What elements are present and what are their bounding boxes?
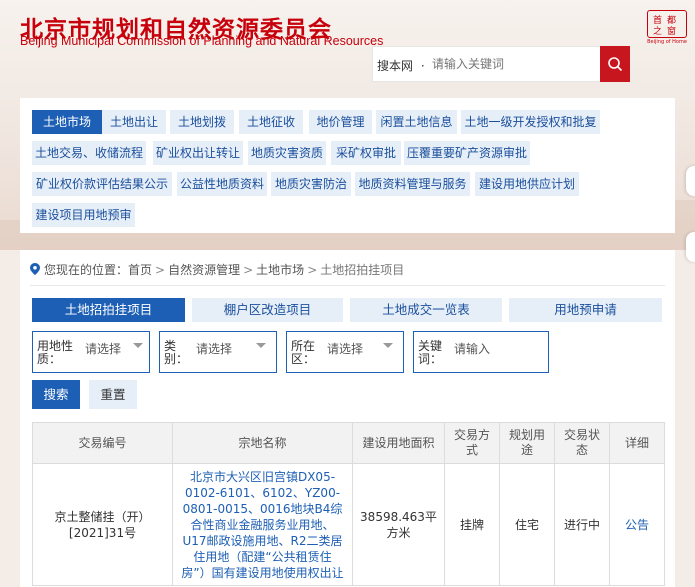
svg-text:之: 之 [653,25,662,36]
breadcrumb-item-current: 土地招拍挂项目 [320,263,405,277]
cell-status: 进行中 [554,463,610,586]
table-header-row: 交易编号 宗地名称 建设用地面积 交易方式 规划用途 交易状态 详细 [32,422,665,464]
search-submit-button[interactable]: 搜索 [32,380,80,409]
nav-item[interactable]: 矿业权出让转让 [153,141,243,165]
search-scope-separator: · [420,59,425,73]
results-table: 交易编号 宗地名称 建设用地面积 交易方式 规划用途 交易状态 详细 京土整储挂… [32,422,665,586]
breadcrumb-item-natural-resources[interactable]: 自然资源管理 [168,263,240,277]
column-header-status: 交易状态 [554,422,610,464]
search-icon [608,57,623,72]
search-scope[interactable]: 搜本网 [377,59,413,73]
cell-method: 挂牌 [444,463,500,586]
search-button[interactable] [600,46,630,82]
reset-button[interactable]: 重置 [89,380,137,409]
site-subtitle: Beijing Municipal Commission of Planning… [20,34,384,48]
nav-item[interactable]: 土地征收 [239,110,303,134]
keyword-input[interactable]: 请输入 [454,340,490,357]
column-header-code: 交易编号 [32,422,173,464]
nav-item[interactable]: 地价管理 [309,110,372,134]
nav-item[interactable]: 采矿权审批 [331,141,401,165]
filter-value: 请选择 [327,342,364,356]
nav-item[interactable]: 矿业权价款评估结果公示 [32,172,172,196]
nav-item[interactable]: 地质灾害资质 [248,141,326,165]
breadcrumb-separator: > [307,263,318,277]
nav-item[interactable]: 土地划拨 [170,110,234,134]
breadcrumb-divider [30,285,665,286]
search-box: 搜本网 · [372,46,630,82]
filter-keyword[interactable]: 关键 词： 请输入 [413,331,549,373]
nav-item[interactable]: 闲置土地信息 [376,110,457,134]
side-float-tab[interactable] [686,166,695,196]
breadcrumb-item-land-market[interactable]: 土地市场 [256,263,304,277]
cell-code: 京土整储挂（开） [2021]31号 [32,463,173,586]
chevron-down-icon [383,343,393,348]
tab-shantytown-renovation[interactable]: 棚户区改造项目 [192,298,343,322]
filter-value: 请选择 [196,342,233,356]
column-header-detail: 详细 [609,422,665,464]
filter-label: 所在 区： [291,339,316,366]
nav-item[interactable]: 土地市场 [32,110,102,134]
column-header-method: 交易方式 [444,422,500,464]
cell-land-name-link[interactable]: 北京市大兴区旧宫镇DX05- 0102-6101、6102、YZ00- 0801… [172,463,353,586]
breadcrumb-separator: > [243,263,254,277]
nav-item[interactable]: 地质灾害防治 [271,172,351,196]
filter-land-use[interactable]: 用地性 质： 请选择 [32,331,150,373]
filter-value: 请选择 [85,342,122,356]
nav-item[interactable]: 土地一级开发授权和批复 [461,110,600,134]
nav-item[interactable]: 地质资料管理与服务 [355,172,470,196]
capital-window-logo[interactable]: 首 都 之 窗 Beijing of Home [645,8,689,48]
filter-label: 关键 词： [418,339,443,366]
tab-land-deal-list[interactable]: 土地成交一览表 [350,298,502,322]
logo-caption: Beijing of Home [647,39,687,45]
filter-label: 用地性 质： [37,339,74,366]
filter-label: 类别： [164,339,189,366]
search-input[interactable] [428,47,598,81]
location-icon [30,263,40,275]
chevron-down-icon [133,343,143,348]
chevron-down-icon [256,343,266,348]
svg-text:窗: 窗 [667,25,676,36]
breadcrumb: 您现在的位置：首页 > 自然资源管理 > 土地市场 > 土地招拍挂项目 [30,261,404,279]
breadcrumb-prefix: 您现在的位置： [44,263,129,277]
filter-district[interactable]: 所在 区： 请选择 [286,331,404,373]
nav-item[interactable]: 土地出让 [102,110,166,134]
nav-item[interactable]: 公益性地质资料 [177,172,267,196]
column-header-name: 宗地名称 [172,422,353,464]
breadcrumb-item-home[interactable]: 首页 [128,263,152,277]
table-row: 京土整储挂（开） [2021]31号 北京市大兴区旧宫镇DX05- 0102-61… [32,463,665,586]
cell-area: 38598.463平 方米 [352,463,445,586]
tab-land-auction-projects[interactable]: 土地招拍挂项目 [32,298,185,322]
svg-text:都: 都 [667,15,676,26]
nav-item[interactable]: 建设用地供应计划 [475,172,579,196]
cell-usage: 住宅 [499,463,555,586]
nav-item[interactable]: 压覆重要矿产资源审批 [404,141,530,165]
filter-category[interactable]: 类别： 请选择 [159,331,277,373]
breadcrumb-separator: > [155,263,166,277]
column-header-usage: 规划用途 [499,422,555,464]
logo-mark: 首 都 之 窗 [647,10,687,38]
side-float-tab[interactable] [686,232,695,262]
cell-detail-link[interactable]: 公告 [609,463,665,586]
column-header-area: 建设用地面积 [352,422,445,464]
tab-land-pre-application[interactable]: 用地预申请 [509,298,662,322]
svg-text:首: 首 [653,14,662,26]
nav-item[interactable]: 土地交易、收储流程 [32,141,146,165]
nav-item[interactable]: 建设项目用地预审 [32,203,135,227]
